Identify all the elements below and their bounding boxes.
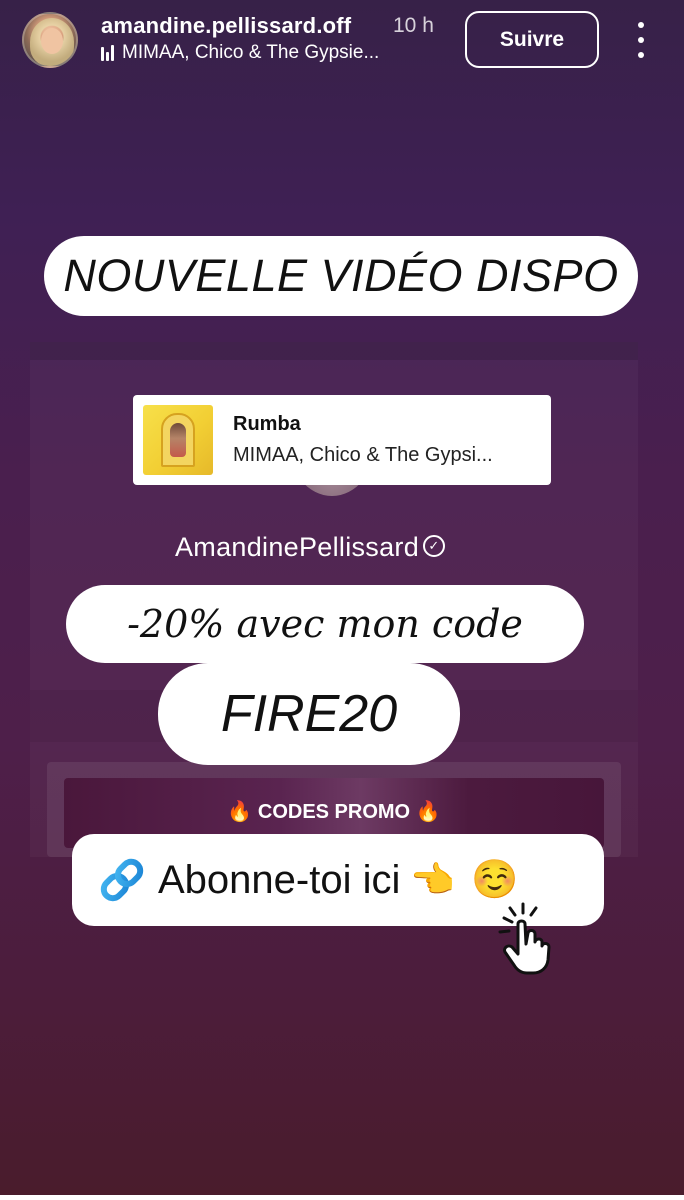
album-cover (143, 405, 213, 475)
smiling-face-icon: ☺️ (471, 859, 519, 901)
track-title: Rumba (233, 413, 301, 435)
story-music-attribution[interactable]: MIMAA, Chico & The Gypsie... (101, 42, 379, 64)
promo-code-text: FIRE20 (220, 685, 398, 743)
verified-icon: ✓ (423, 534, 446, 557)
track-artist: MIMAA, Chico & The Gypsi... (233, 444, 493, 466)
story-timestamp: 10 h (393, 14, 434, 37)
tap-hand-icon (498, 902, 551, 975)
more-vertical-icon[interactable] (628, 22, 654, 58)
new-video-sticker: NOUVELLE VIDÉO DISPO (44, 236, 638, 316)
avatar[interactable] (22, 12, 78, 68)
promo-code-sticker: FIRE20 (158, 663, 460, 765)
embedded-profile-name-text: AmandinePellissard (175, 532, 420, 562)
discount-text: -20% avec mon code (127, 602, 523, 646)
subscribe-text: Abonne-toi ici (158, 857, 401, 902)
follow-button[interactable]: Suivre (465, 11, 599, 68)
bottom-edge (0, 1195, 684, 1200)
equalizer-icon (101, 45, 114, 61)
link-icon (100, 858, 144, 902)
story-viewer[interactable]: amandine.pellissard.off 10 h MIMAA, Chic… (0, 0, 684, 1195)
embedded-profile-name: AmandinePellissard ✓ (175, 532, 446, 563)
pointing-hand-icon: 👈 (410, 859, 456, 900)
discount-sticker: -20% avec mon code (66, 585, 584, 663)
music-sticker[interactable]: Rumba MIMAA, Chico & The Gypsi... (133, 395, 551, 485)
username[interactable]: amandine.pellissard.off (101, 13, 351, 39)
avatar-face (41, 28, 63, 54)
album-cover-figure (170, 423, 186, 457)
music-attribution-text: MIMAA, Chico & The Gypsie... (122, 42, 380, 63)
new-video-text: NOUVELLE VIDÉO DISPO (63, 250, 619, 301)
embedded-divider (30, 342, 638, 360)
